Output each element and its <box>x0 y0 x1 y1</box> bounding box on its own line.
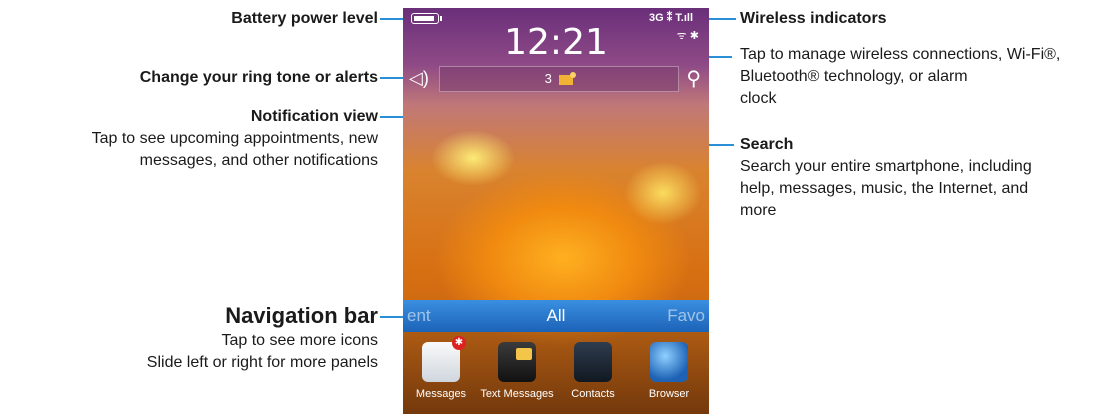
notification-count: 3 <box>544 71 552 86</box>
speaker-icon[interactable]: ◁) <box>409 68 429 89</box>
app-contacts[interactable]: Contacts <box>555 342 631 400</box>
navigation-bar[interactable]: ent All Favo <box>403 300 709 332</box>
notification-annotation: Notification view Tap to see upcoming ap… <box>91 108 378 169</box>
search-annotation: Search Search your entire smartphone, in… <box>740 136 1032 219</box>
wireless-manage-annotation: Tap to manage wireless connections, Wi-F… <box>740 46 1061 107</box>
wireless-annotation: Wireless indicators <box>740 10 887 27</box>
text-messages-icon <box>498 342 536 382</box>
app-dock: Messages Text Messages Contacts Browser <box>403 332 709 414</box>
messages-icon <box>422 336 466 382</box>
ringtone-annotation: Change your ring tone or alerts <box>139 69 378 86</box>
phone-screen: 3G ⁑ T.ıll ᯤ ✱ 12:21 ◁) 3 ⚲ ent All Favo… <box>403 8 709 414</box>
browser-icon <box>650 342 688 382</box>
navbar-annotation: Navigation bar Tap to see more icons Sli… <box>146 303 378 371</box>
notification-bar[interactable]: 3 <box>439 66 679 92</box>
app-text-messages[interactable]: Text Messages <box>479 342 555 400</box>
app-browser[interactable]: Browser <box>631 342 707 400</box>
envelope-icon <box>559 71 577 85</box>
contacts-icon <box>574 342 612 382</box>
clock[interactable]: 12:21 <box>403 22 709 63</box>
wireless-callout-line <box>708 18 736 20</box>
battery-annotation: Battery power level <box>231 10 378 27</box>
nav-panel-right[interactable]: Favo <box>667 306 705 326</box>
nav-panel-all[interactable]: All <box>403 306 709 326</box>
search-icon[interactable]: ⚲ <box>686 66 701 91</box>
app-messages[interactable]: Messages <box>403 336 479 400</box>
